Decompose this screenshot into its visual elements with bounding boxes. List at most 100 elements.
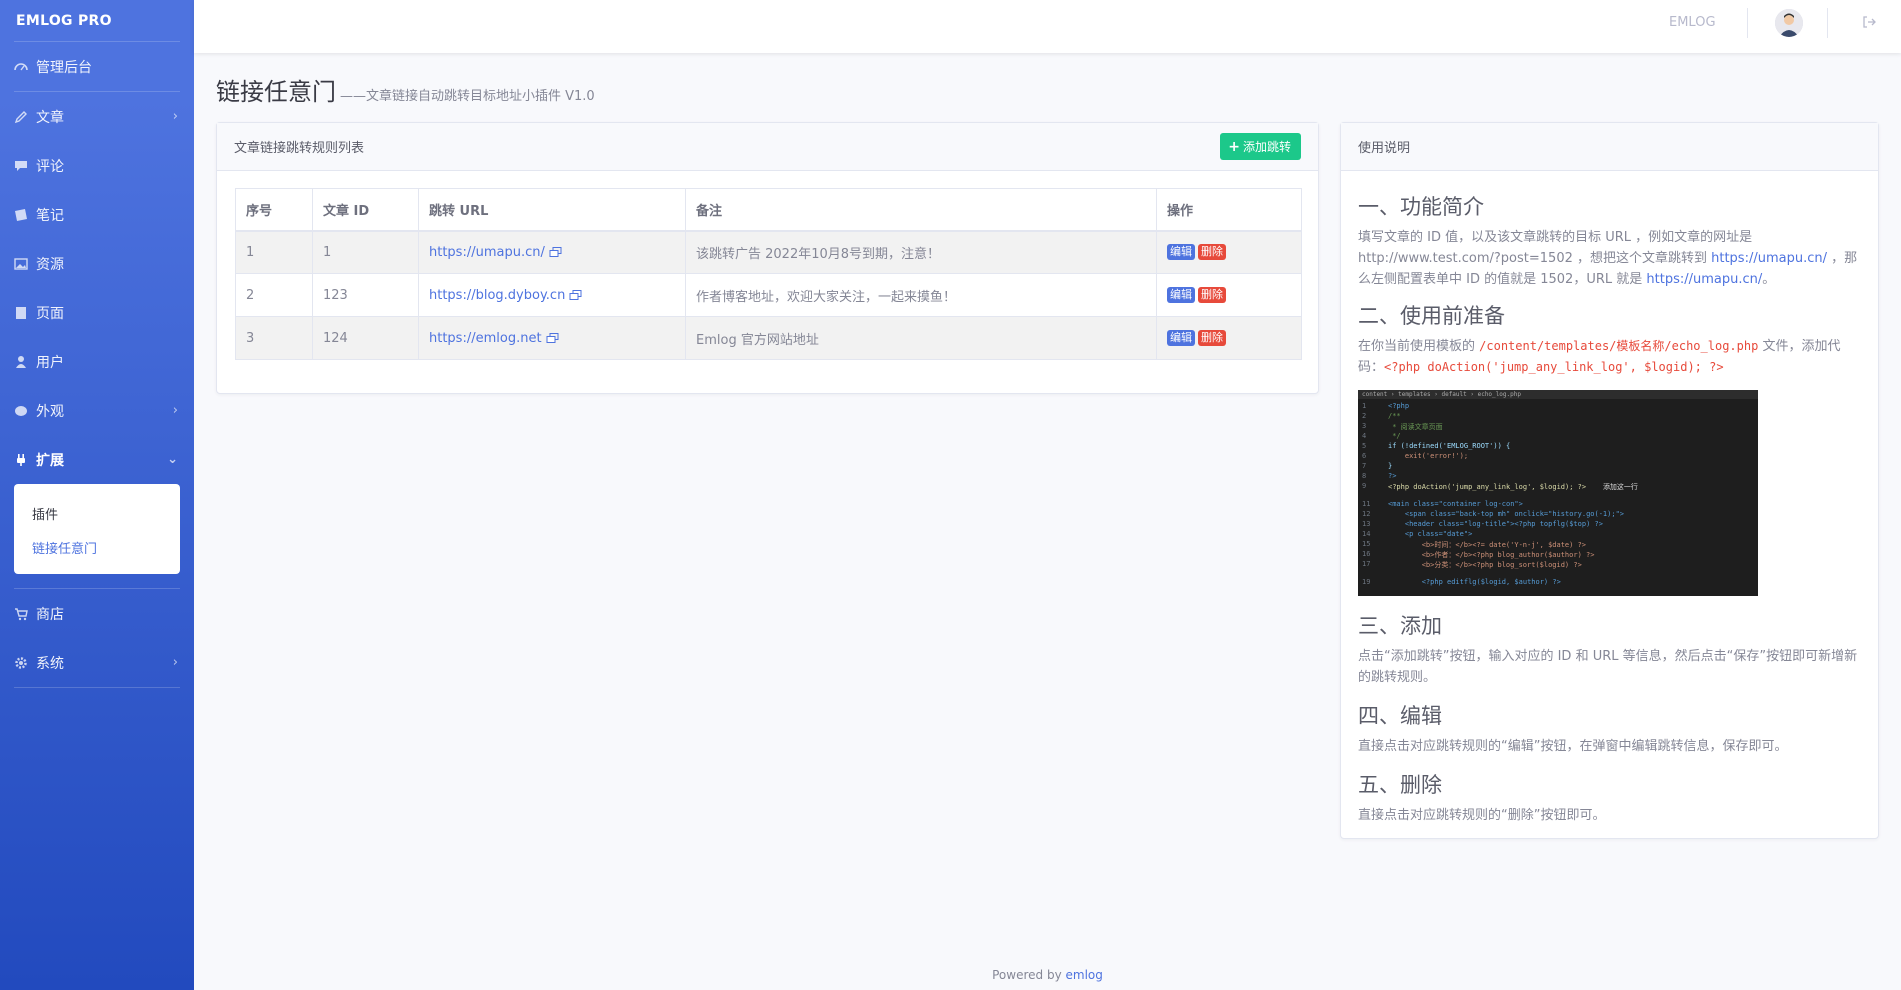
chevron-right-icon: › bbox=[172, 655, 178, 670]
sidebar-item-label: 管理后台 bbox=[36, 59, 92, 76]
section-title-intro: 一、功能简介 bbox=[1358, 195, 1484, 219]
external-link-icon bbox=[549, 247, 562, 258]
column-header-note: 备注 bbox=[685, 188, 1157, 232]
sidebar-item-extensions[interactable]: 扩展 ⌄ bbox=[0, 435, 194, 484]
sidebar-item-label: 评论 bbox=[36, 158, 64, 175]
logout-icon[interactable] bbox=[1861, 14, 1877, 30]
edit-button[interactable]: 编辑 bbox=[1167, 244, 1195, 261]
topbar-divider bbox=[1827, 8, 1828, 38]
table-row: 3 124 https://emlog.net Emlog 官方网站地址 编辑删… bbox=[235, 316, 1302, 360]
plus-icon: + bbox=[1228, 138, 1240, 155]
sidebar-item-label: 系统 bbox=[36, 655, 64, 672]
sidebar-item-label: 扩展 bbox=[36, 452, 64, 469]
palette-icon bbox=[14, 404, 28, 418]
sidebar-divider bbox=[14, 687, 180, 688]
column-header-article-id: 文章 ID bbox=[312, 188, 419, 232]
sidebar-item-notes[interactable]: 笔记 bbox=[0, 190, 194, 239]
cart-icon bbox=[14, 607, 28, 621]
sidebar-item-resources[interactable]: 资源 bbox=[0, 239, 194, 288]
redirect-url-link[interactable]: https://umapu.cn/ bbox=[429, 245, 545, 260]
delete-button[interactable]: 删除 bbox=[1198, 330, 1226, 346]
page-heading: 链接任意门 —— 文章链接自动跳转目标地址小插件 V1.0 bbox=[216, 72, 595, 107]
code-screenshot-image: content › templates › default › echo_log… bbox=[1358, 390, 1758, 596]
extensions-submenu: 插件 链接任意门 bbox=[14, 484, 180, 574]
external-link-icon bbox=[546, 333, 559, 343]
sidebar-item-appearance[interactable]: 外观 › bbox=[0, 386, 194, 435]
example-link[interactable]: https://umapu.cn/ bbox=[1711, 251, 1827, 266]
page-icon bbox=[14, 306, 28, 320]
cell-url: https://emlog.net bbox=[418, 316, 686, 360]
page-title: 链接任意门 bbox=[216, 78, 336, 106]
sidebar-item-label: 资源 bbox=[36, 256, 64, 273]
column-header-no: 序号 bbox=[235, 188, 313, 232]
brand-logo[interactable]: EMLOG PRO bbox=[0, 0, 194, 41]
sidebar-item-label: 页面 bbox=[36, 305, 64, 322]
note-icon bbox=[14, 208, 28, 222]
sidebar-item-pages[interactable]: 页面 bbox=[0, 288, 194, 337]
delete-button[interactable]: 删除 bbox=[1198, 244, 1226, 261]
column-header-url: 跳转 URL bbox=[418, 188, 686, 232]
section-title-add: 三、添加 bbox=[1358, 614, 1442, 638]
cell-url: https://blog.dyboy.cn bbox=[418, 273, 686, 317]
column-header-actions: 操作 bbox=[1156, 188, 1302, 232]
cell-note: Emlog 官方网站地址 bbox=[685, 316, 1157, 360]
section-text-add: 点击“添加跳转”按钮，输入对应的 ID 和 URL 等信息，然后点击“保存”按钮… bbox=[1358, 649, 1858, 685]
submenu-item-link-portal[interactable]: 链接任意门 bbox=[14, 530, 180, 564]
sidebar-item-store[interactable]: 商店 bbox=[0, 589, 194, 638]
image-icon bbox=[14, 257, 28, 271]
rules-card: 文章链接跳转规则列表 + 添加跳转 序号 文章 ID 跳转 URL 备注 操作 … bbox=[216, 122, 1319, 394]
site-link[interactable]: EMLOG bbox=[1669, 0, 1716, 45]
topbar: EMLOG bbox=[194, 0, 1901, 53]
redirect-url-link[interactable]: https://emlog.net bbox=[429, 331, 542, 346]
sidebar-item-articles[interactable]: 文章 › bbox=[0, 92, 194, 141]
rules-table: 序号 文章 ID 跳转 URL 备注 操作 1 1 https://umapu.… bbox=[235, 188, 1302, 360]
redirect-url-link[interactable]: https://blog.dyboy.cn bbox=[429, 288, 565, 303]
external-link-icon bbox=[569, 290, 582, 300]
cell-actions: 编辑 删除 bbox=[1156, 273, 1302, 317]
edit-button[interactable]: 编辑 bbox=[1167, 287, 1195, 303]
sidebar-item-dashboard[interactable]: 管理后台 bbox=[0, 42, 194, 91]
plug-icon bbox=[14, 453, 28, 467]
cell-article-id: 1 bbox=[312, 230, 419, 274]
sidebar-item-system[interactable]: 系统 › bbox=[0, 638, 194, 687]
table-header-row: 序号 文章 ID 跳转 URL 备注 操作 bbox=[235, 188, 1302, 232]
add-redirect-button[interactable]: + 添加跳转 bbox=[1220, 133, 1301, 160]
avatar[interactable] bbox=[1775, 9, 1803, 37]
rules-card-header: 文章链接跳转规则列表 + 添加跳转 bbox=[217, 123, 1318, 171]
delete-button[interactable]: 删除 bbox=[1198, 287, 1226, 303]
footer: Powered by emlog bbox=[194, 968, 1901, 982]
cell-no: 1 bbox=[235, 230, 313, 274]
section-text-edit: 直接点击对应跳转规则的“编辑”按钮，在弹窗中编辑跳转信息，保存即可。 bbox=[1358, 739, 1788, 754]
section-text-intro: 填写文章的 ID 值，以及该文章跳转的目标 URL ，例如文章的网址是 http… bbox=[1358, 230, 1858, 287]
help-card-title: 使用说明 bbox=[1358, 141, 1411, 156]
cell-no: 2 bbox=[235, 273, 313, 317]
table-row: 2 123 https://blog.dyboy.cn 作者博客地址，欢迎大家关… bbox=[235, 273, 1302, 317]
sidebar-item-label: 用户 bbox=[36, 354, 64, 371]
cell-actions: 编辑 删除 bbox=[1156, 230, 1302, 274]
cell-actions: 编辑 删除 bbox=[1156, 316, 1302, 360]
dashboard-icon bbox=[14, 60, 28, 74]
pencil-icon bbox=[14, 110, 28, 124]
example-link[interactable]: https://umapu.cn/ bbox=[1646, 272, 1762, 287]
help-body: 一、功能简介 填写文章的 ID 值，以及该文章跳转的目标 URL ，例如文章的网… bbox=[1341, 171, 1878, 826]
comment-icon bbox=[14, 159, 28, 173]
chevron-down-icon: ⌄ bbox=[167, 452, 178, 467]
sidebar-item-comments[interactable]: 评论 bbox=[0, 141, 194, 190]
add-redirect-label: 添加跳转 bbox=[1242, 140, 1291, 154]
sidebar: EMLOG PRO 管理后台 文章 › 评论 笔记 资源 页面 用户 外观 › … bbox=[0, 0, 194, 990]
footer-emlog-link[interactable]: emlog bbox=[1066, 968, 1103, 982]
section-title-edit: 四、编辑 bbox=[1358, 704, 1442, 728]
submenu-item-plugins[interactable]: 插件 bbox=[14, 496, 180, 530]
sidebar-item-label: 外观 bbox=[36, 403, 64, 420]
edit-button[interactable]: 编辑 bbox=[1167, 330, 1195, 346]
user-icon bbox=[14, 355, 28, 369]
page-subtitle: 文章链接自动跳转目标地址小插件 V1.0 bbox=[366, 89, 595, 104]
section-title-delete: 五、删除 bbox=[1358, 773, 1442, 797]
cell-article-id: 124 bbox=[312, 316, 419, 360]
code-snippet: <?php doAction('jump_any_link_log', $log… bbox=[1384, 360, 1724, 374]
section-text-delete: 直接点击对应跳转规则的“删除”按钮即可。 bbox=[1358, 808, 1606, 823]
help-card: 使用说明 一、功能简介 填写文章的 ID 值，以及该文章跳转的目标 URL ，例… bbox=[1340, 122, 1879, 839]
section-title-prep: 二、使用前准备 bbox=[1358, 304, 1505, 328]
sidebar-item-users[interactable]: 用户 bbox=[0, 337, 194, 386]
gear-icon bbox=[14, 656, 28, 670]
